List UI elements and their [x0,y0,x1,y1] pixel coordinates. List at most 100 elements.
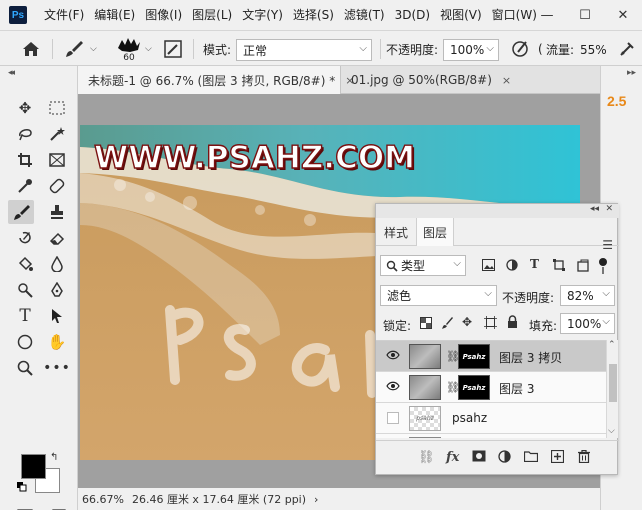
menu-3d[interactable]: 3D(D) [390,0,435,30]
pixel-filter-icon[interactable] [482,259,495,274]
add-mask-icon[interactable] [472,450,486,466]
layer-mask-thumbnail[interactable]: Psahz [458,344,490,369]
filter-toggle-icon[interactable] [598,257,608,278]
paint-bucket-icon[interactable] [12,252,38,276]
foreground-color-swatch[interactable] [21,454,46,479]
menu-edit[interactable]: 编辑(E) [89,0,140,30]
new-group-icon[interactable] [523,450,539,466]
brush-preset-dropdown-icon[interactable]: ⌵ [90,31,97,67]
blur-tool-icon[interactable] [44,252,70,276]
dock-value[interactable]: 2.5 [607,93,626,109]
flow-input[interactable]: 55% [578,39,608,61]
layer-name[interactable]: 图层 3 拷贝 [499,349,562,366]
fx-icon[interactable]: fx [446,450,459,465]
close-icon[interactable]: ✕ [605,204,613,214]
move-tool-icon[interactable]: ✥ [12,96,38,120]
type-tool-icon[interactable]: T [12,304,38,328]
ellipse-tool-icon[interactable] [12,330,38,354]
visibility-eye-icon[interactable] [386,381,400,393]
layer-opacity-input[interactable]: 82% ⌵ [560,285,615,306]
lock-position-icon[interactable]: ✥ [462,315,472,329]
frame-tool-icon[interactable] [44,148,70,172]
collapse-panel-icon[interactable]: ◂◂ [590,204,599,214]
visibility-eye-icon[interactable] [386,350,400,362]
adjustment-layer-icon[interactable] [498,450,511,467]
layer-name[interactable]: psahz [452,411,487,425]
scroll-up-icon[interactable]: ⌃ [608,340,616,350]
panel-title-bar[interactable]: ◂◂ ✕ [376,204,619,218]
tab-untitled-1[interactable]: 未标题-1 @ 66.7% (图层 3 拷贝, RGB/8#) * × [78,66,354,94]
layer-mask-thumbnail[interactable]: Psahz [458,375,490,400]
swap-colors-icon[interactable]: ↰ [50,452,58,463]
menu-image[interactable]: 图像(I) [140,0,187,30]
menu-view[interactable]: 视图(V) [435,0,487,30]
eyedropper-icon[interactable] [12,174,38,198]
menu-filter[interactable]: 滤镜(T) [339,0,390,30]
stamp-tool-icon[interactable] [44,200,70,224]
default-colors-icon[interactable] [17,481,27,492]
link-layers-icon[interactable]: ⛓ [418,450,435,465]
close-icon[interactable]: × [502,74,511,87]
brush-preset-picker[interactable]: 60 [116,31,142,67]
brush-size-dropdown-icon[interactable]: ⌵ [145,31,152,67]
pen-tool-icon[interactable] [44,278,70,302]
history-brush-icon[interactable] [12,226,38,250]
zoom-tool-icon[interactable] [12,356,38,380]
lock-artboard-icon[interactable] [484,316,497,332]
menu-type[interactable]: 文字(Y) [237,0,288,30]
collapse-icon[interactable]: ◂◂ [8,68,15,78]
menu-file[interactable]: 文件(F) [39,0,89,30]
zoom-level[interactable]: 66.67% [82,493,124,506]
scroll-thumb[interactable] [609,364,617,402]
lasso-tool-icon[interactable] [12,122,38,146]
marquee-tool-icon[interactable] [44,96,70,120]
magic-wand-icon[interactable] [44,122,70,146]
menu-layer[interactable]: 图层(L) [187,0,237,30]
layer-row-layer-3[interactable]: ⛓ Psahz 图层 3 [376,372,606,403]
crop-tool-icon[interactable] [12,148,38,172]
brush-tool-icon[interactable] [8,200,34,224]
fill-input[interactable]: 100% ⌵ [560,313,615,334]
layer-name[interactable]: 图层 3 [499,380,534,397]
tab-01-jpg[interactable]: 01.jpg @ 50%(RGB/8#) × [341,66,511,94]
layers-list[interactable]: ⛓ Psahz 图层 3 拷贝 ⛓ Psahz 图层 3 psahz psahz [376,340,606,438]
close-button[interactable]: ✕ [604,0,642,30]
pressure-opacity-icon[interactable] [510,31,530,67]
smart-object-filter-icon[interactable] [577,259,589,275]
layer-row-partial[interactable] [376,434,606,438]
lock-transparent-icon[interactable] [420,317,432,332]
status-arrow-icon[interactable]: › [314,493,318,506]
filter-kind-select[interactable]: 类型 ⌵ [380,255,466,276]
opacity-input[interactable]: 100% ⌵ [443,39,499,61]
adjustment-filter-icon[interactable] [506,259,518,274]
quick-mask-icon[interactable] [12,504,38,510]
brush-settings-icon[interactable] [164,31,182,67]
eraser-icon[interactable] [44,226,70,250]
tab-layers[interactable]: 图层 [416,218,454,246]
tab-styles[interactable]: 样式 [376,218,416,246]
healing-brush-icon[interactable] [44,174,70,198]
visibility-toggle-off[interactable] [387,412,399,424]
scroll-down-icon[interactable]: ⌵ [608,426,615,436]
panel-menu-icon[interactable]: ☰ [602,238,613,252]
lock-all-icon[interactable] [507,315,518,331]
airbrush-icon[interactable] [618,31,636,67]
type-filter-icon[interactable]: T [530,257,539,271]
hand-tool-icon[interactable]: ✋ [44,330,70,354]
more-tools-icon[interactable]: ••• [43,356,70,380]
lock-pixels-icon[interactable] [442,316,454,332]
layer-row-layer-3-copy[interactable]: ⛓ Psahz 图层 3 拷贝 [376,341,606,372]
blend-mode-select[interactable]: 滤色 ⌵ [380,285,497,306]
layers-scrollbar[interactable]: ⌃ ⌵ [606,340,618,438]
path-selection-icon[interactable] [44,304,70,328]
restore-button[interactable]: ☐ [566,0,604,30]
menu-select[interactable]: 选择(S) [288,0,339,30]
collapse-icon[interactable]: ▸▸ [627,68,636,78]
screen-mode-icon[interactable] [44,504,70,510]
dodge-tool-icon[interactable] [12,278,38,302]
delete-layer-icon[interactable] [578,449,590,467]
brush-tool-icon[interactable] [64,31,84,67]
layer-row-psahz[interactable]: psahz psahz [376,403,606,434]
mode-select[interactable]: 正常 ⌵ [236,39,372,61]
new-layer-icon[interactable] [550,449,565,467]
